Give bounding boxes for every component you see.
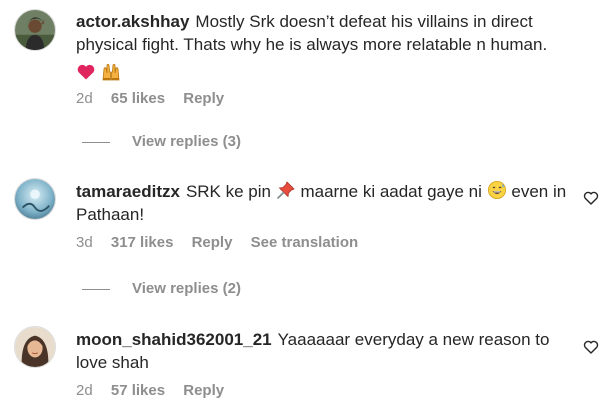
- reply-button[interactable]: Reply: [183, 90, 224, 107]
- comment-body-part2: maarne ki aadat gaye ni: [300, 182, 482, 201]
- avatar[interactable]: [14, 9, 56, 51]
- avatar[interactable]: [14, 326, 56, 368]
- view-replies-button[interactable]: View replies (3): [82, 133, 241, 150]
- view-replies-button[interactable]: View replies (2): [82, 280, 241, 297]
- pushpin-icon: [276, 180, 296, 200]
- raised-hands-icon: [101, 62, 121, 82]
- comment-meta: 2d 65 likes Reply: [76, 90, 571, 107]
- likes-count[interactable]: 65 likes: [111, 90, 165, 107]
- comment-meta: 3d 317 likes Reply See translation: [76, 234, 571, 251]
- likes-count[interactable]: 57 likes: [111, 382, 165, 399]
- username[interactable]: tamaraeditzx: [76, 182, 180, 201]
- comment-time: 2d: [76, 382, 93, 399]
- likes-count[interactable]: 317 likes: [111, 234, 174, 251]
- divider-line: [82, 141, 110, 143]
- comment-text: tamaraeditzx SRK ke pin maarne ki aadat g…: [76, 180, 571, 226]
- comment-meta: 2d 57 likes Reply: [76, 382, 571, 399]
- view-replies-label: View replies (2): [132, 280, 241, 297]
- comments-list: actor.akshhay Mostly Srk doesn’t defeat h…: [0, 0, 615, 412]
- comment-time: 2d: [76, 90, 93, 107]
- view-replies-label: View replies (3): [132, 133, 241, 150]
- comment-text: moon_shahid362001_21 Yaaaaaar everyday a …: [76, 328, 571, 374]
- username[interactable]: actor.akshhay: [76, 12, 189, 31]
- reply-button[interactable]: Reply: [192, 234, 233, 251]
- divider-line: [82, 288, 110, 290]
- reply-button[interactable]: Reply: [183, 382, 224, 399]
- red-heart-icon: [76, 62, 96, 82]
- like-heart-icon[interactable]: [583, 190, 599, 206]
- comment-time: 3d: [76, 234, 93, 251]
- username[interactable]: moon_shahid362001_21: [76, 330, 272, 349]
- like-heart-icon[interactable]: [583, 339, 599, 355]
- grinning-sweat-face-icon: [487, 180, 507, 200]
- comment-text: actor.akshhay Mostly Srk doesn’t defeat h…: [76, 10, 571, 85]
- avatar[interactable]: [14, 178, 56, 220]
- comment-body-part1: SRK ke pin: [185, 182, 271, 201]
- see-translation-button[interactable]: See translation: [251, 234, 359, 251]
